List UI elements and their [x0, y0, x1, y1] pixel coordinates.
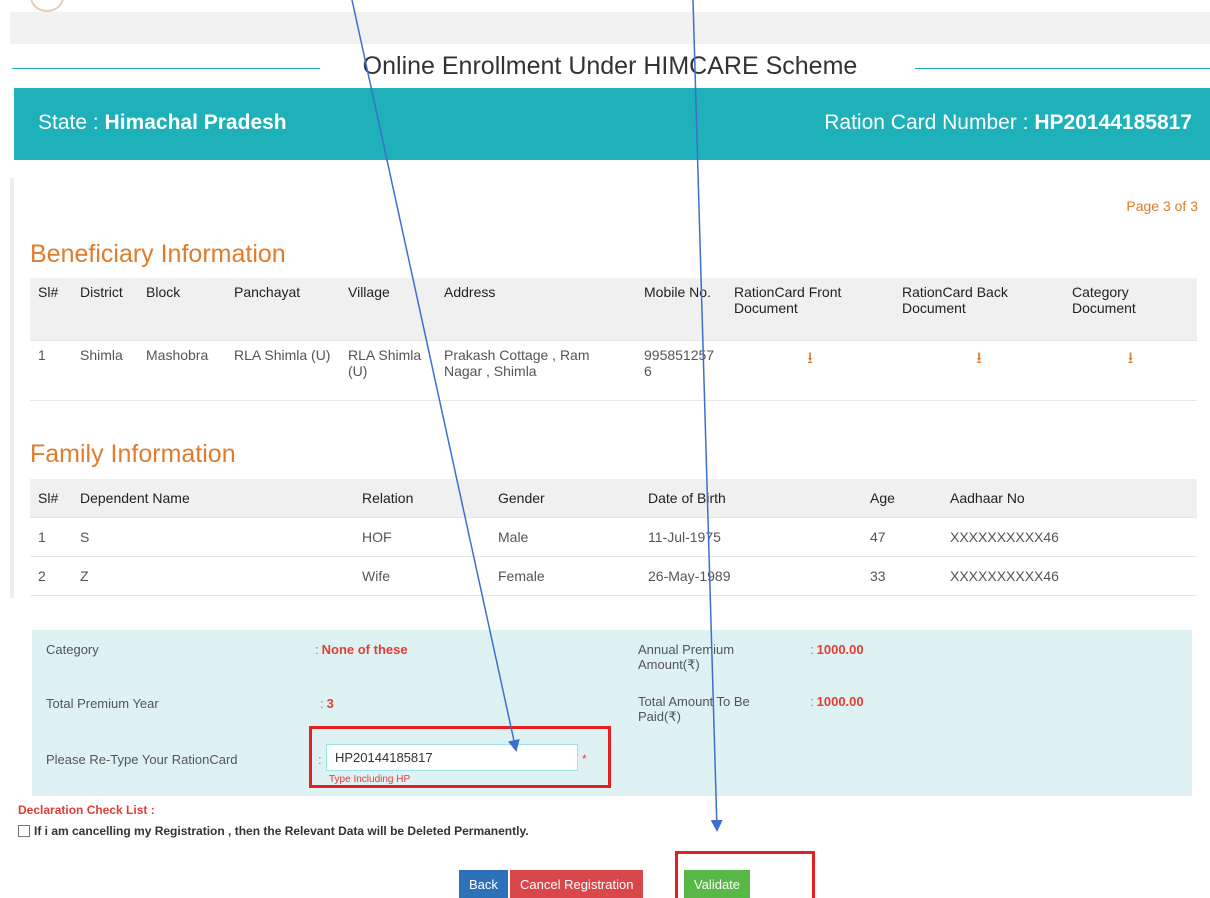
total-amount-label: Total Amount To Be Paid(₹) [638, 694, 750, 724]
category-value-text: None of these [321, 642, 408, 657]
beneficiary-table: Sl# District Block Panchayat Village Add… [30, 278, 1197, 401]
page-indicator: Page 3 of 3 [1126, 198, 1198, 214]
colon: : [810, 694, 814, 709]
cell-village: RLA Shimla (U) [340, 339, 436, 400]
cell-dob: 11-Jul-1975 [640, 516, 862, 556]
table-header-row: Sl# District Block Panchayat Village Add… [30, 278, 1197, 340]
cell-panchayat: RLA Shimla (U) [226, 339, 340, 400]
col-back-doc: RationCard Back Document [894, 278, 1064, 340]
cell-mobile: 9958512576 [636, 339, 726, 400]
state-label: State : [38, 111, 105, 134]
col-category-doc: Category Document [1064, 278, 1197, 340]
total-amount-value-text: 1000.00 [816, 694, 864, 709]
state-ration-banner: State : Himachal Pradesh Ration Card Num… [14, 88, 1210, 160]
title-wrap: Online Enrollment Under HIMCARE Scheme [10, 48, 1210, 88]
col-mobile: Mobile No. [636, 278, 726, 340]
annual-premium-value-text: 1000.00 [816, 642, 864, 657]
table-row: 1 S HOF Male 11-Jul-1975 47 XXXXXXXXXX46 [30, 516, 1197, 556]
table-row: 2 Z Wife Female 26-May-1989 33 XXXXXXXXX… [30, 555, 1197, 595]
download-icon[interactable]: ⭳ [1072, 347, 1189, 374]
colon: : [315, 642, 319, 657]
table-row: 1 Shimla Mashobra RLA Shimla (U) RLA Shi… [30, 339, 1197, 400]
state-info: State : Himachal Pradesh [38, 111, 287, 135]
annotation-box-input [309, 726, 611, 788]
back-button[interactable]: Back [459, 870, 508, 898]
cell-gender: Female [490, 555, 640, 595]
cell-name: S [72, 516, 354, 556]
table-header-row: Sl# Dependent Name Relation Gender Date … [30, 479, 1197, 517]
cancel-registration-button[interactable]: Cancel Registration [510, 870, 644, 898]
cell-aadhaar: XXXXXXXXXX46 [942, 555, 1197, 595]
cell-district: Shimla [72, 339, 138, 400]
cell-address: Prakash Cottage , Ram Nagar , Shimla [436, 339, 636, 400]
cell-relation: HOF [354, 516, 490, 556]
cell-age: 47 [862, 516, 942, 556]
col-relation: Relation [354, 479, 490, 517]
cell-dob: 26-May-1989 [640, 555, 862, 595]
retype-ration-label: Please Re-Type Your RationCard [46, 752, 238, 767]
cell-sl: 1 [30, 339, 72, 400]
top-nav-bar [10, 12, 1210, 44]
cell-back-doc: ⭳ [894, 339, 1064, 400]
download-icon[interactable]: ⭳ [902, 347, 1056, 374]
total-premium-year-value: :3 [320, 696, 334, 711]
col-block: Block [138, 278, 226, 340]
col-district: District [72, 278, 138, 340]
col-age: Age [862, 479, 942, 517]
colon: : [320, 696, 324, 711]
cell-category-doc: ⭳ [1064, 339, 1197, 400]
category-value: : None of these [315, 642, 408, 657]
col-front-doc: RationCard Front Document [726, 278, 894, 340]
col-village: Village [340, 278, 436, 340]
download-icon[interactable]: ⭳ [734, 347, 886, 374]
declaration-item: If i am cancelling my Registration , the… [18, 824, 529, 838]
ration-value: HP20144185817 [1034, 111, 1192, 134]
cell-aadhaar: XXXXXXXXXX46 [942, 516, 1197, 556]
annotation-box-validate [675, 851, 815, 898]
ration-label: Ration Card Number : [824, 111, 1035, 134]
col-sl: Sl# [30, 278, 72, 340]
top-strip [0, 0, 1210, 10]
cell-sl: 2 [30, 555, 72, 595]
content-left-edge [10, 178, 14, 598]
cell-gender: Male [490, 516, 640, 556]
declaration-text: If i am cancelling my Registration , the… [34, 824, 529, 838]
cell-block: Mashobra [138, 339, 226, 400]
declaration-checkbox[interactable] [18, 825, 30, 837]
total-premium-year-value-text: 3 [326, 696, 334, 711]
beneficiary-title: Beneficiary Information [30, 240, 286, 268]
total-amount-value: :1000.00 [810, 694, 864, 709]
declaration-title: Declaration Check List : [18, 803, 155, 817]
col-panchayat: Panchayat [226, 278, 340, 340]
state-value: Himachal Pradesh [104, 111, 287, 134]
family-table: Sl# Dependent Name Relation Gender Date … [30, 479, 1197, 596]
annual-premium-value: :1000.00 [810, 642, 864, 657]
family-title: Family Information [30, 440, 236, 468]
col-sl: Sl# [30, 479, 72, 517]
premium-summary-panel: Category : None of these Annual Premium A… [32, 630, 1192, 796]
col-dependent-name: Dependent Name [72, 479, 354, 517]
col-address: Address [436, 278, 636, 340]
cell-relation: Wife [354, 555, 490, 595]
cell-age: 33 [862, 555, 942, 595]
cell-name: Z [72, 555, 354, 595]
annual-premium-label: Annual Premium Amount(₹) [638, 642, 735, 672]
category-label: Category [46, 642, 99, 657]
cell-front-doc: ⭳ [726, 339, 894, 400]
logo-icon [30, 0, 64, 12]
ration-info: Ration Card Number : HP20144185817 [824, 111, 1192, 135]
cell-sl: 1 [30, 516, 72, 556]
colon: : [810, 642, 814, 657]
col-gender: Gender [490, 479, 640, 517]
total-premium-year-label: Total Premium Year [46, 696, 159, 711]
col-aadhaar: Aadhaar No [942, 479, 1197, 517]
col-dob: Date of Birth [640, 479, 862, 517]
title-divider-right [915, 68, 1210, 69]
page-title: Online Enrollment Under HIMCARE Scheme [362, 52, 858, 80]
